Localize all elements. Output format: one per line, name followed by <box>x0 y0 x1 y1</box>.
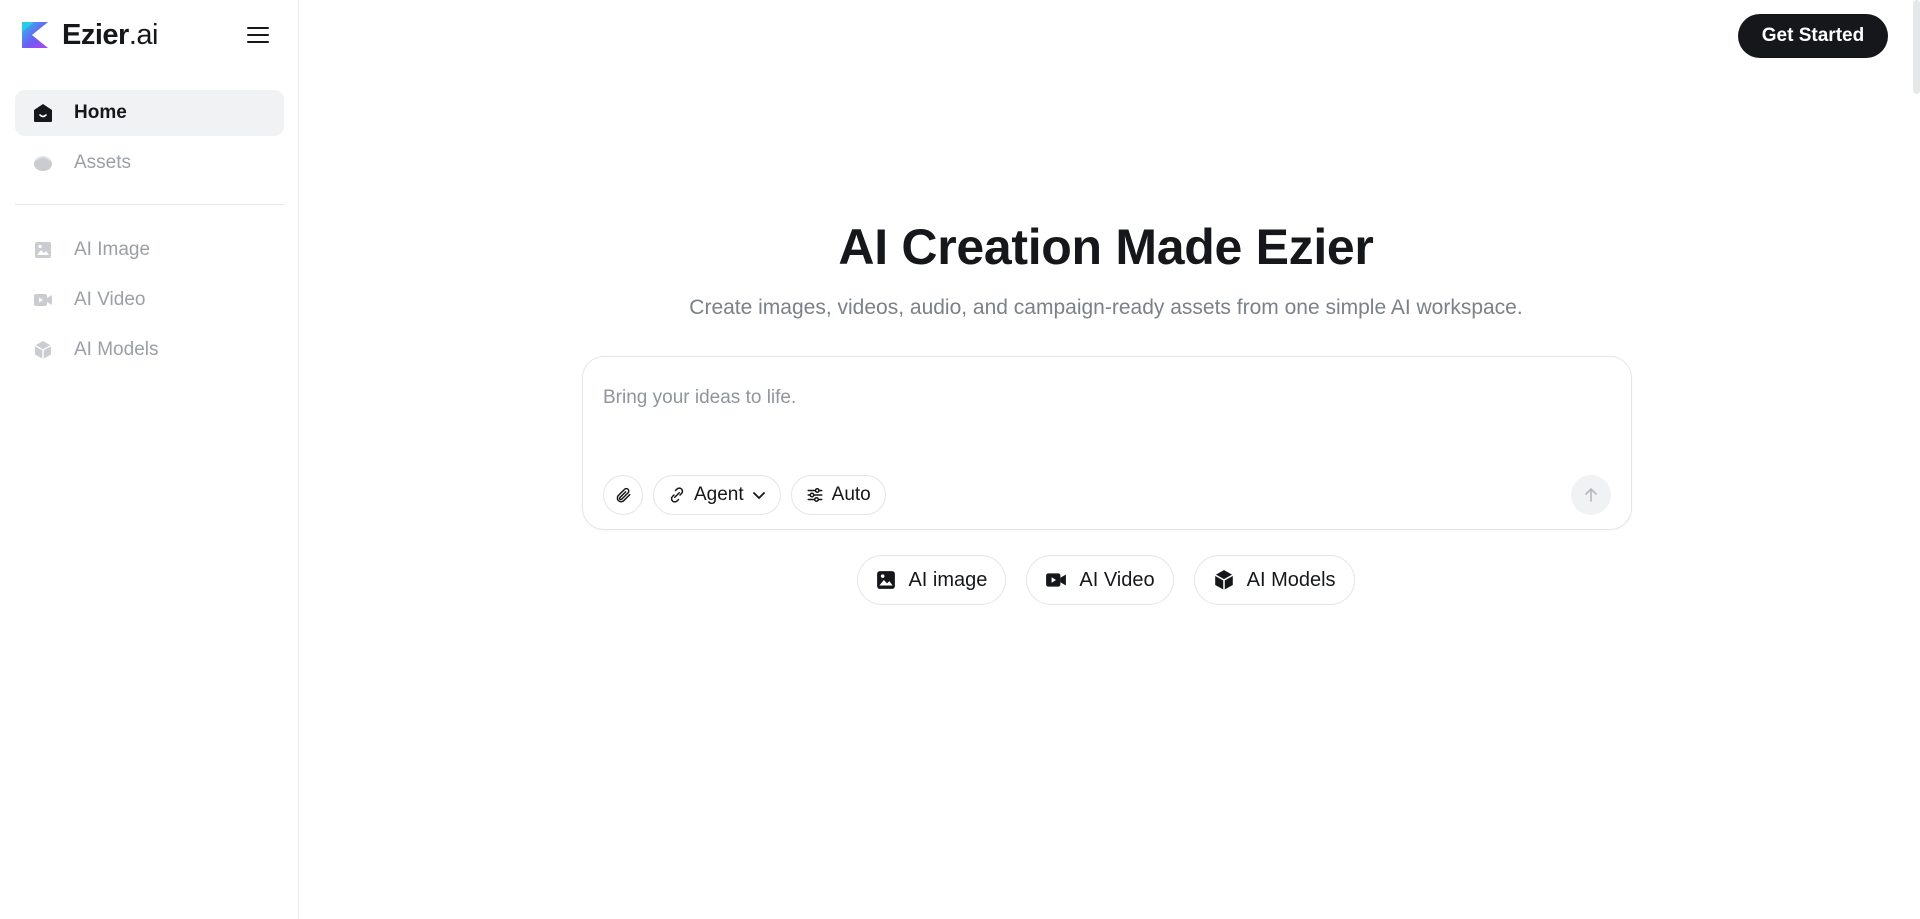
sliders-icon <box>806 486 824 504</box>
brand-name: Ezier.ai <box>62 18 158 51</box>
auto-label: Auto <box>831 484 871 505</box>
quick-action-label: AI Models <box>1246 568 1336 591</box>
agent-label: Agent <box>694 484 744 505</box>
sidebar-item-label: AI Video <box>74 289 146 310</box>
send-button[interactable] <box>1571 475 1611 515</box>
quick-action-label: AI Video <box>1079 568 1155 591</box>
sidebar-item-label: Home <box>74 102 127 123</box>
logo-mark-icon <box>22 22 48 48</box>
video-icon <box>33 290 53 310</box>
sidebar-item-assets[interactable]: Assets <box>15 140 284 186</box>
chevron-down-icon <box>752 488 766 502</box>
video-icon <box>1045 571 1067 589</box>
get-started-button[interactable]: Get Started <box>1738 14 1888 58</box>
image-icon <box>876 570 896 590</box>
prompt-composer: Agent Auto <box>582 356 1632 530</box>
paperclip-icon <box>616 487 631 503</box>
quick-action-ai-video[interactable]: AI Video <box>1026 555 1174 605</box>
sidebar-divider <box>15 204 284 205</box>
quick-action-ai-models[interactable]: AI Models <box>1193 555 1355 605</box>
sidebar-item-ai-video[interactable]: AI Video <box>15 277 284 323</box>
sidebar-item-home[interactable]: Home <box>15 90 284 136</box>
assets-icon <box>33 153 53 173</box>
page-subtitle: Create images, videos, audio, and campai… <box>689 296 1523 319</box>
home-icon <box>33 103 53 123</box>
quick-action-ai-image[interactable]: AI image <box>857 555 1007 605</box>
arrow-up-icon <box>1585 487 1597 502</box>
prompt-input[interactable] <box>603 381 1603 415</box>
hamburger-menu-icon[interactable] <box>243 20 273 50</box>
sidebar-item-label: Assets <box>74 152 132 173</box>
sidebar-item-label: AI Models <box>74 339 159 360</box>
app-root: Ezier.ai Home Assets AI Image AI Video A… <box>0 0 1920 919</box>
prompt-toolbar: Agent Auto <box>603 475 896 515</box>
cube-icon <box>33 340 53 360</box>
sidebar: Ezier.ai Home Assets AI Image AI Video A… <box>0 0 299 919</box>
sidebar-item-label: AI Image <box>74 239 151 260</box>
agent-link-icon <box>668 486 686 504</box>
agent-dropdown[interactable]: Agent <box>653 475 781 515</box>
quick-action-label: AI image <box>908 568 988 591</box>
sidebar-item-ai-models[interactable]: AI Models <box>15 327 284 373</box>
attach-button[interactable] <box>603 475 643 515</box>
image-icon <box>33 240 53 260</box>
sidebar-nav: Home Assets AI Image AI Video AI Models <box>15 90 284 377</box>
logo[interactable]: Ezier.ai <box>20 16 275 54</box>
cube-icon <box>1213 569 1235 591</box>
scrollbar-thumb[interactable] <box>1913 0 1920 94</box>
sidebar-item-ai-image[interactable]: AI Image <box>15 227 284 273</box>
auto-settings-button[interactable]: Auto <box>790 475 886 515</box>
quick-actions: AI image AI Video AI Models <box>300 555 1912 605</box>
page-title: AI Creation Made Ezier <box>838 219 1374 275</box>
